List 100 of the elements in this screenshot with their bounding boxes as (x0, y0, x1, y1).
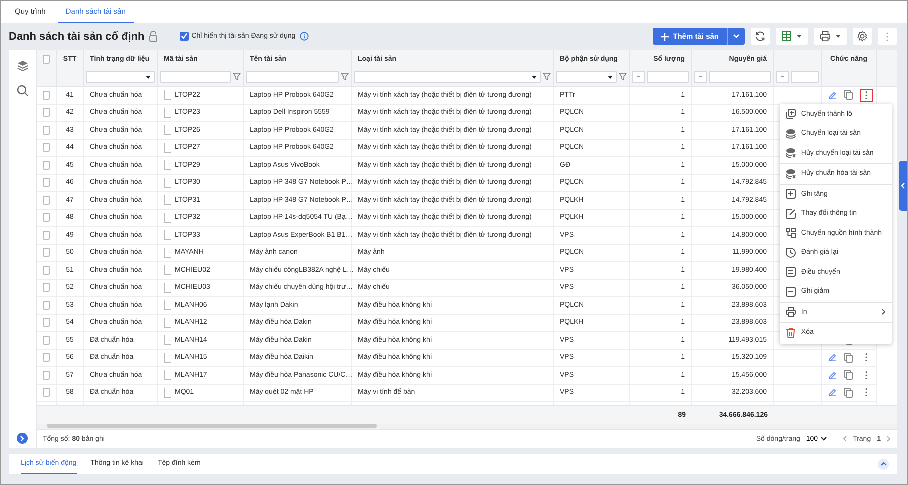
row-checkbox[interactable] (43, 143, 50, 152)
row-checkbox[interactable] (43, 266, 50, 275)
page-title: Danh sách tài sản cố định (9, 30, 145, 42)
row-checkbox[interactable] (43, 336, 50, 345)
caret-icon (797, 35, 802, 38)
spreadsheet-icon (782, 31, 792, 42)
row-menu-button[interactable] (860, 88, 873, 102)
filter-icon[interactable] (341, 73, 349, 81)
kebab-icon (865, 353, 868, 362)
horizontal-scrollbar[interactable] (47, 424, 377, 428)
tree-line-icon (164, 212, 171, 223)
copy-icon[interactable] (844, 388, 853, 398)
caret-icon (532, 76, 537, 78)
layers-icon (786, 128, 796, 139)
collapse-button[interactable] (878, 458, 889, 470)
filter-icon[interactable] (543, 73, 551, 81)
tree-line-icon (164, 248, 171, 258)
filter-input[interactable] (709, 71, 771, 83)
tree-line-icon (164, 90, 171, 100)
chevron-down-icon (821, 437, 828, 441)
info-icon (300, 32, 309, 41)
filter-icon[interactable] (233, 73, 241, 81)
filter-input[interactable] (647, 71, 689, 83)
list-box-icon (786, 267, 796, 278)
expand-button[interactable] (17, 433, 28, 444)
edit-icon[interactable] (828, 90, 837, 100)
settings-button[interactable] (853, 28, 872, 45)
print-button[interactable] (814, 28, 847, 45)
padlock-icon (148, 31, 158, 42)
row-checkbox[interactable] (43, 230, 50, 240)
tree-line-icon (164, 265, 171, 276)
edit-icon (786, 208, 796, 219)
tree-line-icon (164, 178, 171, 188)
kebab-icon (865, 90, 868, 100)
tree-line-icon (164, 195, 171, 206)
filter-input[interactable] (791, 71, 819, 83)
kebab-icon (865, 370, 868, 380)
chevron-right-icon (882, 309, 886, 316)
row-checkbox[interactable] (43, 248, 50, 258)
row-checkbox[interactable] (43, 318, 50, 328)
refresh-icon (755, 31, 766, 42)
search-icon[interactable] (16, 85, 28, 97)
row-checkbox[interactable] (43, 108, 50, 118)
caret-icon (146, 76, 151, 78)
row-checkbox[interactable] (43, 160, 50, 170)
edit-icon[interactable] (828, 370, 837, 380)
caret-icon (836, 35, 841, 38)
previous-page-icon[interactable] (843, 436, 848, 442)
refresh-button[interactable] (751, 28, 770, 45)
clock-icon (786, 248, 796, 258)
square-plus-stack-icon (786, 109, 796, 120)
select-all-checkbox[interactable] (43, 54, 50, 64)
filter-input[interactable] (160, 71, 231, 83)
row-checkbox[interactable] (43, 353, 50, 362)
tree-line-icon (164, 125, 171, 136)
printer-icon (820, 31, 831, 42)
row-checkbox[interactable] (43, 370, 50, 380)
filter-icon[interactable] (619, 73, 627, 81)
tree-line-icon (164, 335, 171, 346)
tree-line-icon (164, 388, 171, 398)
row-checkbox[interactable] (43, 213, 50, 222)
filter-dropdown[interactable] (86, 71, 155, 83)
filter-input[interactable] (246, 71, 339, 83)
more-button[interactable] (878, 28, 897, 45)
gear-icon (857, 31, 868, 42)
row-checkbox[interactable] (43, 126, 50, 135)
tree-line-icon (164, 370, 171, 380)
tree-line-icon (164, 282, 171, 293)
chevron-down-icon (733, 34, 740, 39)
tree-line-icon (164, 300, 171, 310)
layers-cross-icon (786, 148, 796, 158)
plus-icon (661, 32, 670, 40)
row-checkbox[interactable] (43, 300, 50, 310)
tree-line-icon (164, 230, 171, 240)
checkbox[interactable] (180, 32, 189, 41)
edit-icon[interactable] (828, 388, 837, 398)
tree-line-icon (164, 142, 171, 153)
copy-icon[interactable] (844, 370, 853, 380)
plus-square-icon (786, 189, 796, 200)
layers-cross-icon (786, 168, 796, 179)
minus-square-icon (786, 286, 796, 297)
layers-icon[interactable] (16, 60, 28, 72)
spreadsheet-export-button[interactable] (776, 28, 808, 45)
kebab-icon (886, 32, 889, 42)
tree-line-icon (164, 160, 171, 170)
chevron-up-icon (880, 462, 886, 466)
copy-icon[interactable] (844, 90, 853, 100)
next-page-icon[interactable] (887, 436, 891, 442)
kebab-icon (865, 388, 868, 398)
flow-boxes-icon (786, 228, 796, 238)
row-checkbox[interactable] (43, 178, 50, 188)
row-checkbox[interactable] (43, 283, 50, 292)
row-checkbox[interactable] (43, 196, 50, 205)
copy-icon[interactable] (844, 352, 853, 363)
printer-icon (786, 307, 796, 318)
row-checkbox[interactable] (43, 90, 50, 100)
row-checkbox[interactable] (43, 388, 50, 398)
side-panel-handle[interactable] (899, 161, 907, 211)
edit-icon[interactable] (828, 353, 837, 362)
trash-icon (786, 328, 796, 338)
